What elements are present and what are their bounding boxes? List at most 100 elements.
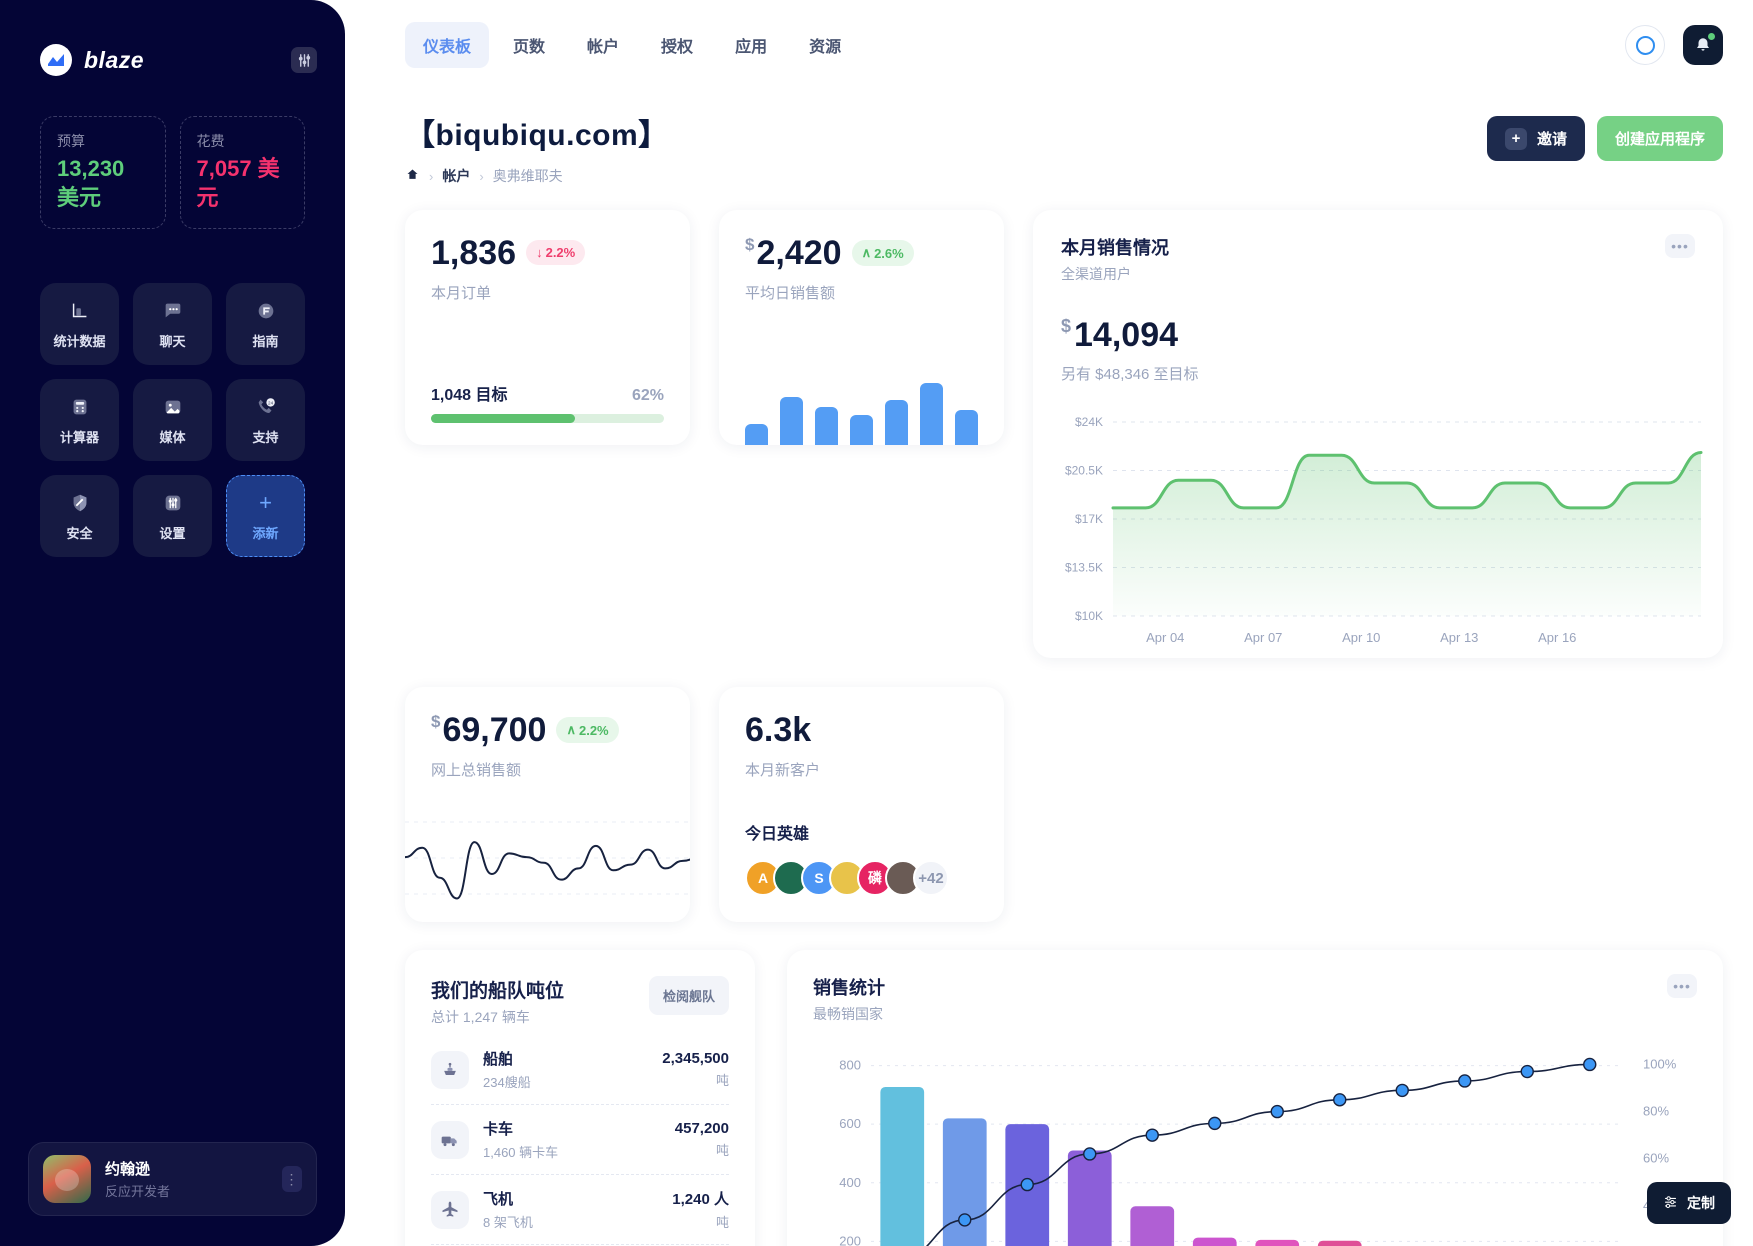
sidebar-item-label: 统计数据	[53, 334, 106, 350]
breadcrumb-item-current[interactable]: 奥弗维耶夫	[493, 166, 563, 186]
online-delta-value: 2.2%	[578, 722, 609, 738]
tab-resources[interactable]: 资源	[791, 22, 859, 68]
svg-text:$13.5K: $13.5K	[1065, 561, 1103, 575]
plane-icon	[431, 1190, 469, 1229]
brand[interactable]: blaze	[40, 44, 144, 76]
minibar	[815, 406, 838, 445]
pareto-header: 销售统计 最畅销国家 •••	[813, 974, 1697, 1024]
bell-icon[interactable]	[1683, 25, 1723, 65]
sidebar-item-add-new[interactable]: + 添新	[226, 475, 305, 558]
svg-text:200: 200	[839, 1233, 861, 1246]
heroes-more-badge[interactable]: +42	[913, 860, 949, 896]
avg-headline: $2,420 ∧ 2.6%	[745, 236, 978, 270]
kebab-menu-icon[interactable]: ⋮	[282, 1166, 302, 1192]
orders-delta-value: 2.2%	[545, 245, 576, 260]
budget-row: 预算 13,230 美元 花费 7,057 美元	[0, 76, 345, 230]
image-icon	[160, 394, 186, 420]
sidebar-item-stats[interactable]: 统计数据	[40, 283, 119, 366]
tab-pages[interactable]: 页数	[495, 22, 563, 68]
phone-24-icon: 24	[253, 394, 279, 420]
truck-icon	[431, 1120, 469, 1159]
sidebar-item-chat[interactable]: 聊天	[133, 283, 212, 366]
sidebar-item-settings[interactable]: 设置	[133, 475, 212, 558]
sales-by-country-pareto-chart: 020040060080020%40%60%80%100%USUKChinaJa…	[813, 1030, 1697, 1246]
sidebar-item-guide[interactable]: 指南	[226, 283, 305, 366]
monthly-sales-header: 本月销售情况 全渠道用户 •••	[1061, 234, 1695, 284]
pareto-point	[1458, 1074, 1472, 1088]
fleet-row[interactable]: 船舶 234艘船 2,345,500 吨	[431, 1035, 729, 1105]
sidebar-item-support[interactable]: 24 支持	[226, 379, 305, 462]
fleet-row[interactable]: 飞机 8 架飞机 1,240 人吨	[431, 1175, 729, 1245]
pareto-point	[1083, 1147, 1097, 1161]
customize-button[interactable]: 定制	[1647, 1182, 1731, 1224]
sidebar-user-role: 反应开发者	[105, 1184, 171, 1199]
pareto-bar	[1255, 1239, 1300, 1246]
card-new-customers: 6.3k 本月新客户 今日英雄 A S 磷 +42	[719, 687, 1004, 922]
svg-text:$20.5K: $20.5K	[1065, 464, 1103, 478]
svg-text:Apr 16: Apr 16	[1538, 630, 1576, 645]
review-fleet-button[interactable]: 检阅舰队	[648, 976, 729, 1015]
tab-apps[interactable]: 应用	[717, 22, 785, 68]
fleet-title: 我们的船队吨位	[431, 981, 565, 1002]
dots-menu-icon[interactable]: •••	[1665, 234, 1695, 258]
fleet-header: 我们的船队吨位 总计 1,247 辆车 检阅舰队	[431, 976, 729, 1027]
online-delta-badge: ∧ 2.2%	[556, 717, 619, 743]
fleet-row[interactable]: 卡车 1,460 辆卡车 457,200 吨	[431, 1105, 729, 1175]
sidebar-item-media[interactable]: 媒体	[133, 379, 212, 462]
kpi-card-grid: 1,836 ↓ 2.2% 本月订单 1,048 目标 62% $2,420 ∧ …	[405, 210, 1723, 922]
calculator-icon	[67, 394, 93, 420]
dots-menu-icon[interactable]: •••	[1667, 974, 1697, 998]
fleet-row-meta: 234艘船	[483, 1075, 531, 1090]
svg-text:60%: 60%	[1643, 1151, 1669, 1166]
invite-button[interactable]: + 邀请	[1486, 116, 1585, 161]
ship-icon	[431, 1050, 469, 1089]
heroes-avatar-group[interactable]: A S 磷 +42	[745, 860, 949, 896]
online-amount: 69,700	[442, 711, 547, 749]
customers-subtitle: 本月新客户	[745, 762, 821, 779]
svg-text:800: 800	[839, 1058, 861, 1073]
orders-value: 1,836	[431, 234, 517, 272]
fleet-row-name: 飞机	[483, 1191, 514, 1208]
monthly-sales-subtitle: 全渠道用户	[1061, 266, 1131, 282]
create-app-button[interactable]: 创建应用程序	[1596, 116, 1723, 161]
fleet-row-name: 卡车	[483, 1121, 514, 1138]
fleet-row-meta: 8 架飞机	[483, 1215, 533, 1230]
sidebar-user-name: 约翰逊	[105, 1161, 151, 1178]
heroes-label: 今日英雄	[745, 826, 810, 843]
card-sales-statistics: 销售统计 最畅销国家 ••• 020040060080020%40%60%80%…	[787, 950, 1723, 1246]
fleet-row-amount: 2,345,500	[662, 1050, 729, 1067]
pareto-point	[1520, 1064, 1534, 1079]
sidebar-item-security[interactable]: 安全	[40, 475, 119, 558]
arrow-up-icon: ∧	[566, 722, 576, 737]
sidebar-user-card[interactable]: 约翰逊 反应开发者 ⋮	[28, 1142, 317, 1216]
pareto-bar	[880, 1086, 925, 1246]
pareto-bar	[1067, 1150, 1112, 1246]
sidebar-item-calculator[interactable]: 计算器	[40, 379, 119, 462]
fleet-row-unit: 吨	[715, 1143, 729, 1158]
minibar	[955, 409, 978, 445]
card-orders: 1,836 ↓ 2.2% 本月订单 1,048 目标 62%	[405, 210, 690, 445]
tab-dashboard[interactable]: 仪表板	[405, 22, 490, 68]
svg-text:Apr 07: Apr 07	[1244, 630, 1282, 645]
tab-authorization[interactable]: 授权	[643, 22, 711, 68]
orders-delta-badge: ↓ 2.2%	[526, 240, 586, 265]
sliders-icon[interactable]	[291, 47, 317, 73]
monthly-sales-amount: 14,094	[1074, 316, 1179, 354]
home-icon[interactable]	[405, 167, 420, 185]
breadcrumb-item-accounts[interactable]: 帐户	[442, 166, 470, 186]
fleet-row-amount: 1,240 人	[672, 1191, 729, 1208]
currency-symbol: $	[1061, 316, 1072, 336]
plus-icon: +	[259, 490, 272, 516]
notification-dot	[1708, 33, 1715, 40]
spinner-ring-icon[interactable]	[1625, 25, 1665, 65]
orders-subtitle: 本月订单	[431, 285, 492, 302]
tab-accounts[interactable]: 帐户	[569, 22, 637, 68]
sidebar-item-label: 支持	[252, 430, 279, 446]
pareto-point	[1333, 1093, 1347, 1107]
card-average-daily-sales: $2,420 ∧ 2.6% 平均日销售额	[719, 210, 1004, 445]
online-subtitle: 网上总销售额	[431, 762, 522, 779]
nav-tabs: 仪表板 页数 帐户 授权 应用 资源	[405, 22, 859, 68]
fleet-subtitle: 总计 1,247 辆车	[431, 1009, 530, 1025]
fleet-row-values: 1,240 人吨	[672, 1188, 729, 1231]
fleet-row-values: 457,200 吨	[675, 1120, 729, 1159]
